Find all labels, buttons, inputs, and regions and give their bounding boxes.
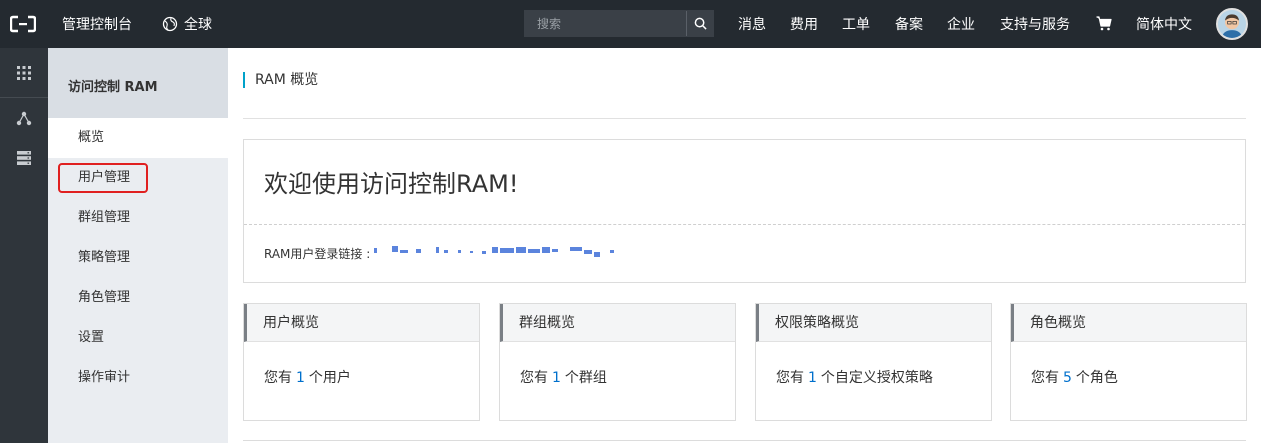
rail-divider xyxy=(0,97,48,98)
sidebar-header: 访问控制 RAM xyxy=(48,48,228,118)
search-button[interactable] xyxy=(686,11,713,36)
card-prefix: 您有 xyxy=(520,370,548,386)
apps-grid-icon[interactable] xyxy=(15,64,33,82)
sidebar-title: 访问控制 RAM xyxy=(68,80,158,95)
bottom-divider xyxy=(243,440,1246,441)
region-selector[interactable]: 全球 xyxy=(162,14,212,34)
page-title: RAM 概览 xyxy=(243,72,318,88)
user-avatar-icon xyxy=(1218,10,1246,38)
title-divider xyxy=(243,118,1246,119)
card-count-link[interactable]: 1 xyxy=(548,370,565,386)
card-title: 权限策略概览 xyxy=(756,304,991,342)
icon-rail xyxy=(0,48,48,443)
nav-support[interactable]: 支持与服务 xyxy=(1000,14,1070,34)
card-suffix: 个角色 xyxy=(1075,370,1118,386)
ram-sidebar: 访问控制 RAM 概览 用户管理 群组管理 策略管理 角色管理 设置 操作审计 xyxy=(48,48,228,443)
console-title[interactable]: 管理控制台 xyxy=(62,14,132,34)
nav-tickets[interactable]: 工单 xyxy=(842,14,870,34)
network-nodes-icon[interactable] xyxy=(15,110,33,128)
card-prefix: 您有 xyxy=(1031,370,1059,386)
card-title: 群组概览 xyxy=(500,304,735,342)
avatar[interactable] xyxy=(1216,8,1248,40)
card-count-link[interactable]: 1 xyxy=(804,370,821,386)
region-label: 全球 xyxy=(184,17,212,33)
main-content: RAM 概览 欢迎使用访问控制RAM! RAM用户登录链接 : 用户概览 您有 1… xyxy=(228,48,1261,443)
welcome-title: 欢迎使用访问控制RAM! xyxy=(264,170,519,198)
card-title: 角色概览 xyxy=(1011,304,1246,342)
top-bar: 管理控制台 全球 消息 费用 工单 备案 企业 支持与服务 简体中文 xyxy=(0,0,1261,48)
storage-stack-icon[interactable] xyxy=(15,149,33,167)
nav-messages[interactable]: 消息 xyxy=(738,14,766,34)
card-count-link[interactable]: 1 xyxy=(292,370,309,386)
sidebar-item-audit[interactable]: 操作审计 xyxy=(48,358,228,398)
card-body: 您有 1 个自定义授权策略 xyxy=(756,342,991,387)
group-overview-card[interactable]: 群组概览 您有 1 个群组 xyxy=(499,303,736,421)
welcome-panel: 欢迎使用访问控制RAM! RAM用户登录链接 : xyxy=(243,139,1246,283)
globe-icon xyxy=(162,16,178,32)
policy-overview-card[interactable]: 权限策略概览 您有 1 个自定义授权策略 xyxy=(755,303,992,421)
card-body: 您有 5 个角色 xyxy=(1011,342,1246,387)
card-suffix: 个群组 xyxy=(564,370,607,386)
welcome-divider xyxy=(244,224,1245,225)
login-link-label: RAM用户登录链接 : xyxy=(264,247,371,261)
aliyun-logo-icon[interactable] xyxy=(10,15,36,33)
card-title: 用户概览 xyxy=(244,304,479,342)
role-overview-card[interactable]: 角色概览 您有 5 个角色 xyxy=(1010,303,1247,421)
nav-billing[interactable]: 费用 xyxy=(790,14,818,34)
card-count-link[interactable]: 5 xyxy=(1059,370,1076,386)
sidebar-item-roles[interactable]: 角色管理 xyxy=(48,278,228,318)
search-box xyxy=(524,10,714,37)
sidebar-item-settings[interactable]: 设置 xyxy=(48,318,228,358)
card-body: 您有 1 个群组 xyxy=(500,342,735,387)
search-input[interactable] xyxy=(525,11,687,36)
card-suffix: 个用户 xyxy=(308,370,351,386)
cart-icon[interactable] xyxy=(1096,15,1112,31)
language-selector[interactable]: 简体中文 xyxy=(1136,14,1192,34)
nav-enterprise[interactable]: 企业 xyxy=(947,14,975,34)
card-body: 您有 1 个用户 xyxy=(244,342,479,387)
card-prefix: 您有 xyxy=(776,370,804,386)
sidebar-item-policies[interactable]: 策略管理 xyxy=(48,238,228,278)
nav-icp-filing[interactable]: 备案 xyxy=(895,14,923,34)
highlight-annotation xyxy=(58,163,148,193)
card-suffix: 个自定义授权策略 xyxy=(820,370,933,386)
sidebar-item-overview[interactable]: 概览 xyxy=(48,118,228,158)
card-prefix: 您有 xyxy=(264,370,292,386)
user-overview-card[interactable]: 用户概览 您有 1 个用户 xyxy=(243,303,480,421)
login-link-redacted[interactable] xyxy=(374,244,644,258)
search-icon xyxy=(694,17,707,30)
sidebar-item-groups[interactable]: 群组管理 xyxy=(48,198,228,238)
